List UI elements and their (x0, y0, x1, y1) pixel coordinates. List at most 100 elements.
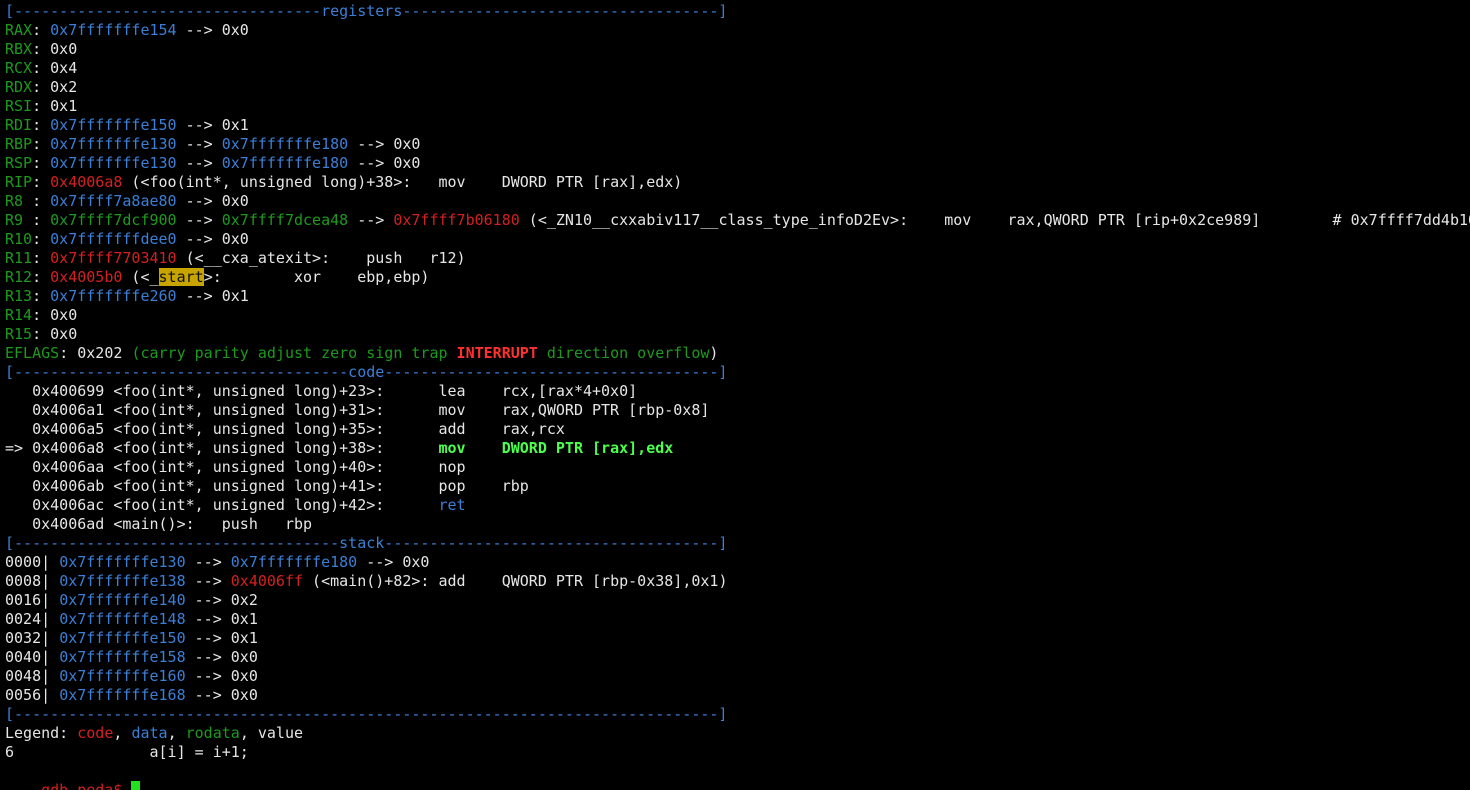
segment: : (32, 135, 51, 153)
segment: (<main()+82>: add QWORD PTR [rbp-0x38],0… (303, 572, 728, 590)
stack-line: 0032| 0x7fffffffe150 --> 0x1 (5, 629, 258, 648)
segment: R9 (5, 211, 33, 229)
register-line: R10: 0x7fffffffdee0 --> 0x0 (5, 230, 249, 249)
segment: RAX (5, 21, 33, 39)
segment: 0x7fffffffe168 (59, 686, 186, 704)
segment: --> 0x1 (176, 287, 249, 305)
segment: : (32, 154, 51, 172)
segment: 0000| (5, 553, 60, 571)
segment: 0x7ffff7dcea48 (221, 211, 349, 229)
register-line: RIP: 0x4006a8 (<foo(int*, unsigned long)… (5, 173, 682, 192)
segment: RBP (5, 135, 33, 153)
segment: RCX (5, 59, 33, 77)
segment: : 0x0 (32, 306, 78, 324)
stack-line: 0008| 0x7fffffffe138 --> 0x4006ff (<main… (5, 572, 727, 591)
segment: 0x7fffffffe150 (50, 116, 177, 134)
segment: 0x7fffffffe130 (50, 135, 177, 153)
segment: (carry parity adjust zero sign trap (131, 344, 457, 362)
code-line: => 0x4006a8 <foo(int*, unsigned long)+38… (5, 439, 673, 458)
segment: 0x4006a1 <foo(int*, unsigned long)+31>: … (5, 401, 710, 419)
segment: R10 (5, 230, 33, 248)
register-line: EFLAGS: 0x202 (carry parity adjust zero … (5, 344, 718, 363)
segment: RDI (5, 116, 33, 134)
separator-registers: [----------------------------------regis… (5, 2, 727, 21)
segment: EFLAGS (5, 344, 60, 362)
legend-line: Legend: code, data, rodata, value (5, 724, 303, 743)
code-line: 0x4006aa <foo(int*, unsigned long)+40>: … (5, 458, 466, 477)
register-line: RAX: 0x7fffffffe154 --> 0x0 (5, 21, 249, 40)
segment: --> 0x0 (176, 192, 249, 210)
separator-stack-text: [------------------------------------sta… (5, 534, 728, 552)
segment: 0x7fffffffe138 (59, 572, 186, 590)
register-line: RBX: 0x0 (5, 40, 77, 59)
segment: 0x4006ff (230, 572, 304, 590)
register-line: R15: 0x0 (5, 325, 77, 344)
segment: : (32, 211, 51, 229)
terminal-window[interactable]: [----------------------------------regis… (0, 0, 1470, 790)
segment: ret (438, 496, 466, 514)
segment: --> 0x0 (348, 135, 421, 153)
segment: 0x7fffffffe130 (59, 553, 186, 571)
segment: 0x4005b0 (50, 268, 123, 286)
segment: 0x400699 <foo(int*, unsigned long)+23>: … (5, 382, 638, 400)
register-line: RSP: 0x7fffffffe130 --> 0x7fffffffe180 -… (5, 154, 420, 173)
segment: : 0x2 (32, 78, 78, 96)
segment: --> 0x0 (176, 21, 249, 39)
segment: 0x7fffffffe160 (59, 667, 186, 685)
segment: start (158, 268, 204, 286)
segment: : (32, 268, 51, 286)
segment: , (113, 724, 132, 742)
segment: RSP (5, 154, 33, 172)
segment: --> 0x1 (176, 116, 249, 134)
stack-line: 0056| 0x7fffffffe168 --> 0x0 (5, 686, 258, 705)
segment: --> 0x0 (176, 230, 249, 248)
segment: --> (176, 135, 222, 153)
segment: 0016| (5, 591, 60, 609)
segment: 0x7fffffffe260 (50, 287, 177, 305)
text-cursor[interactable] (131, 781, 141, 790)
register-line: RDX: 0x2 (5, 78, 77, 97)
segment: 0x4006aa <foo(int*, unsigned long)+40>: … (5, 458, 466, 476)
segment: , value (239, 724, 304, 742)
segment: 0x7fffffffe180 (221, 135, 349, 153)
segment: (<__cxa_atexit>: push r12) (176, 249, 466, 267)
segment: 0x7fffffffe130 (50, 154, 177, 172)
stack-line: 0016| 0x7fffffffe140 --> 0x2 (5, 591, 258, 610)
segment: R13 (5, 287, 33, 305)
register-line: RDI: 0x7fffffffe150 --> 0x1 (5, 116, 249, 135)
segment: --> 0x0 (185, 648, 258, 666)
segment: R12 (5, 268, 33, 286)
segment: : 0x202 (59, 344, 132, 362)
segment: 0x4006a5 <foo(int*, unsigned long)+35>: … (5, 420, 565, 438)
segment: 0x7fffffffe180 (230, 553, 358, 571)
segment: 0056| (5, 686, 60, 704)
segment: --> (185, 553, 231, 571)
segment: 0x7ffff7b06180 (393, 211, 520, 229)
segment: --> 0x1 (185, 629, 258, 647)
code-line: 0x4006a1 <foo(int*, unsigned long)+31>: … (5, 401, 709, 420)
stack-line: 0048| 0x7fffffffe160 --> 0x0 (5, 667, 258, 686)
segment: --> 0x0 (357, 553, 430, 571)
separator-stack: [------------------------------------sta… (5, 534, 727, 553)
prompt-line[interactable]: gdb-peda$ (5, 762, 141, 790)
segment: 0x7ffff7a8ae80 (50, 192, 177, 210)
segment: 0x4006ac <foo(int*, unsigned long)+42>: (5, 496, 439, 514)
segment: 0x7ffff7dcf900 (50, 211, 177, 229)
register-line: R9 : 0x7ffff7dcf900 --> 0x7ffff7dcea48 -… (5, 211, 1470, 230)
separator-code: [-------------------------------------co… (5, 363, 727, 382)
segment: 0x7fffffffe158 (59, 648, 186, 666)
segment: --> 0x2 (185, 591, 258, 609)
segment: : (32, 116, 51, 134)
register-line: RCX: 0x4 (5, 59, 77, 78)
segment: 0x7fffffffe148 (59, 610, 186, 628)
segment: 0032| (5, 629, 60, 647)
segment: --> 0x0 (348, 154, 421, 172)
stack-line: 0000| 0x7fffffffe130 --> 0x7fffffffe180 … (5, 553, 429, 572)
segment: : (32, 21, 51, 39)
segment: ) (709, 344, 719, 362)
segment: 0x7fffffffe150 (59, 629, 186, 647)
segment: 0x4006a8 (50, 173, 123, 191)
separator-registers-text: [----------------------------------regis… (5, 2, 728, 20)
segment: INTERRUPT (456, 344, 538, 362)
segment: --> (185, 572, 231, 590)
